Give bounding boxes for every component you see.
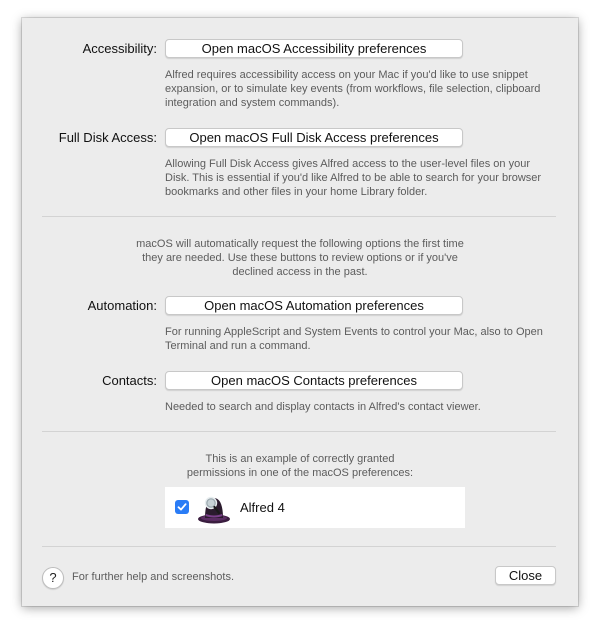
open-accessibility-preferences-button[interactable]: Open macOS Accessibility preferences <box>165 39 463 58</box>
full-disk-access-label: Full Disk Access: <box>58 130 157 145</box>
automation-description: For running AppleScript and System Event… <box>165 326 543 352</box>
full-disk-access-description: Allowing Full Disk Access gives Alfred a… <box>165 158 542 198</box>
divider <box>42 431 556 432</box>
auto-request-note: macOS will automatically request the fol… <box>22 237 578 279</box>
accessibility-description: Alfred requires accessibility access on … <box>165 69 541 109</box>
auto-request-note-line: declined access in the past. <box>232 266 368 278</box>
example-note-line: permissions in one of the macOS preferen… <box>186 467 414 479</box>
contacts-description: Needed to search and display contacts in… <box>165 401 481 413</box>
divider <box>42 546 556 547</box>
open-automation-preferences-button[interactable]: Open macOS Automation preferences <box>165 296 463 315</box>
accessibility-label: Accessibility: <box>82 41 157 56</box>
alfred-permission-checkbox[interactable] <box>175 500 189 514</box>
contacts-label: Contacts: <box>102 373 157 388</box>
example-note: This is an example of correctly granted … <box>22 452 578 480</box>
permission-example: Alfred 4 <box>165 487 465 528</box>
example-note-line: This is an example of correctly granted <box>205 453 395 465</box>
open-contacts-preferences-button[interactable]: Open macOS Contacts preferences <box>165 371 463 390</box>
auto-request-note-line: they are needed. Use these buttons to re… <box>142 252 458 264</box>
open-full-disk-access-preferences-button[interactable]: Open macOS Full Disk Access preferences <box>165 128 463 147</box>
close-button[interactable]: Close <box>495 566 556 585</box>
auto-request-note-line: macOS will automatically request the fol… <box>136 238 464 250</box>
help-button[interactable]: ? <box>42 567 64 589</box>
permissions-sheet: Accessibility: Open macOS Accessibility … <box>22 18 578 606</box>
checkmark-icon <box>177 503 187 511</box>
help-text: For further help and screenshots. <box>72 571 235 583</box>
alfred-app-name: Alfred 4 <box>240 500 285 515</box>
automation-label: Automation: <box>87 298 157 313</box>
alfred-app-icon <box>198 496 230 524</box>
divider <box>42 216 556 217</box>
